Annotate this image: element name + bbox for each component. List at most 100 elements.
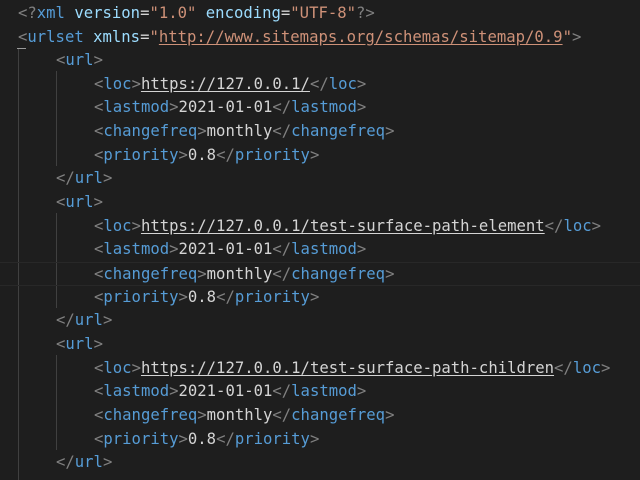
tag-open-bracket: <	[94, 75, 104, 93]
end-tag-open-bracket: </	[544, 217, 564, 235]
code-line-priority[interactable]: <priority>0.8</priority>	[0, 286, 640, 310]
loc-tag-name: loc	[103, 75, 132, 93]
end-tag-open-bracket: </	[554, 359, 573, 377]
equals-sign: =	[280, 4, 291, 22]
xml-decl-name: xml	[36, 4, 65, 22]
tag-close-bracket: >	[131, 359, 141, 377]
code-line-loc[interactable]: <loc>https://127.0.0.1/test-surface-path…	[0, 215, 640, 239]
changefreq-tag-name: changefreq	[103, 406, 198, 424]
end-tag-open-bracket: </	[216, 430, 235, 448]
end-tag-open-bracket: </	[272, 240, 292, 258]
code-line-lastmod[interactable]: <lastmod>2021-01-01</lastmod>	[0, 380, 640, 404]
lastmod-value: 2021-01-01	[178, 240, 273, 258]
lastmod-value: 2021-01-01	[178, 382, 273, 400]
tag-close-bracket: >	[356, 98, 367, 116]
tag-open-bracket: <	[94, 430, 104, 448]
urlset-tag-name: urlset	[27, 28, 84, 46]
url-tag-name: url	[65, 51, 94, 69]
tag-open-bracket: <	[94, 265, 104, 283]
tag-close-bracket: >	[601, 359, 611, 377]
code-line-xml-declaration[interactable]: <?xml version="1.0" encoding="UTF-8"?>	[0, 2, 640, 26]
xml-encoding-value: "UTF-8"	[290, 4, 357, 22]
end-tag-open-bracket: </	[272, 382, 292, 400]
tag-open-bracket: <	[94, 146, 104, 164]
code-line-loc[interactable]: <loc>https://127.0.0.1/test-surface-path…	[0, 357, 640, 381]
code-line-url-open[interactable]: <url>	[0, 333, 640, 357]
changefreq-tag-name: changefreq	[103, 122, 198, 140]
quote-mark: "	[562, 28, 572, 46]
code-line-url-open[interactable]: <url>	[0, 191, 640, 215]
code-line-lastmod[interactable]: <lastmod>2021-01-01</lastmod>	[0, 238, 640, 262]
priority-value: 0.8	[187, 146, 217, 164]
end-tag-open-bracket: </	[56, 453, 75, 471]
code-line-changefreq-current[interactable]: <changefreq>monthly</changefreq>	[0, 262, 640, 286]
tag-close-bracket: >	[93, 193, 103, 211]
tag-close-bracket: >	[197, 406, 207, 424]
priority-value: 0.8	[187, 430, 217, 448]
changefreq-tag-name: changefreq	[291, 122, 386, 140]
xml-decl-open: <?	[18, 4, 37, 22]
code-line-loc[interactable]: <loc>https://127.0.0.1/</loc>	[0, 73, 640, 97]
tag-close-bracket: >	[385, 122, 395, 140]
code-line-changefreq[interactable]: <changefreq>monthly</changefreq>	[0, 404, 640, 428]
code-line-priority[interactable]: <priority>0.8</priority>	[0, 144, 640, 168]
end-tag-open-bracket: </	[272, 98, 292, 116]
lastmod-tag-name: lastmod	[291, 382, 357, 400]
tag-close-bracket: >	[131, 75, 141, 93]
code-line-lastmod[interactable]: <lastmod>2021-01-01</lastmod>	[0, 96, 640, 120]
lastmod-tag-name: lastmod	[103, 98, 170, 116]
url-tag-name: url	[65, 335, 94, 353]
end-tag-open-bracket: </	[56, 311, 75, 329]
changefreq-tag-name: changefreq	[291, 406, 386, 424]
tag-open-bracket: <	[94, 98, 104, 116]
priority-tag-name: priority	[234, 288, 310, 306]
xml-version-value: "1.0"	[149, 4, 197, 22]
end-tag-open-bracket: </	[216, 288, 235, 306]
loc-url-link[interactable]: https://127.0.0.1/test-surface-path-chil…	[141, 359, 554, 377]
loc-tag-name: loc	[103, 217, 132, 235]
code-line-changefreq[interactable]: <changefreq>monthly</changefreq>	[0, 120, 640, 144]
tag-close-bracket: >	[131, 217, 141, 235]
priority-tag-name: priority	[234, 146, 310, 164]
end-tag-open-bracket: </	[309, 75, 329, 93]
code-line-url-close[interactable]: </url>	[0, 309, 640, 333]
loc-tag-name: loc	[572, 359, 601, 377]
loc-tag-name: loc	[563, 217, 592, 235]
tag-open-bracket: <	[18, 28, 28, 46]
tag-open-bracket: <	[94, 288, 104, 306]
tag-open-bracket: <	[94, 382, 104, 400]
code-line-url-open[interactable]: <url>	[0, 49, 640, 73]
url-tag-name: url	[74, 453, 103, 471]
code-editor[interactable]: <?xml version="1.0" encoding="UTF-8"?> <…	[0, 0, 640, 480]
tag-close-bracket: >	[591, 217, 601, 235]
xml-encoding-attr: encoding	[205, 4, 281, 22]
xmlns-url-link[interactable]: http://www.sitemaps.org/schemas/sitemap/…	[159, 28, 563, 46]
end-tag-open-bracket: </	[272, 122, 292, 140]
tag-open-bracket: <	[94, 359, 104, 377]
tag-close-bracket: >	[356, 75, 367, 93]
tag-close-bracket: >	[356, 240, 367, 258]
xml-decl-close: ?>	[356, 4, 375, 22]
changefreq-value: monthly	[206, 265, 273, 283]
priority-tag-name: priority	[234, 430, 310, 448]
end-tag-open-bracket: </	[272, 265, 292, 283]
loc-url-link[interactable]: https://127.0.0.1/test-surface-path-elem…	[141, 217, 545, 235]
loc-tag-name: loc	[103, 359, 132, 377]
tag-close-bracket: >	[385, 406, 395, 424]
loc-url-link[interactable]: https://127.0.0.1/	[141, 75, 310, 93]
lastmod-tag-name: lastmod	[103, 382, 170, 400]
code-line-urlset-open[interactable]: <urlset xmlns="http://www.sitemaps.org/s…	[0, 26, 640, 50]
code-line-url-close[interactable]: </url>	[0, 451, 640, 475]
tag-close-bracket: >	[385, 265, 395, 283]
url-tag-name: url	[74, 311, 103, 329]
code-line-url-close[interactable]: </url>	[0, 167, 640, 191]
tag-close-bracket: >	[169, 98, 179, 116]
tag-close-bracket: >	[178, 430, 188, 448]
code-line-priority[interactable]: <priority>0.8</priority>	[0, 428, 640, 452]
changefreq-value: monthly	[206, 406, 273, 424]
end-tag-open-bracket: </	[56, 169, 75, 187]
lastmod-value: 2021-01-01	[178, 98, 273, 116]
tag-open-bracket: <	[94, 406, 104, 424]
tag-close-bracket: >	[356, 382, 367, 400]
priority-tag-name: priority	[103, 288, 179, 306]
